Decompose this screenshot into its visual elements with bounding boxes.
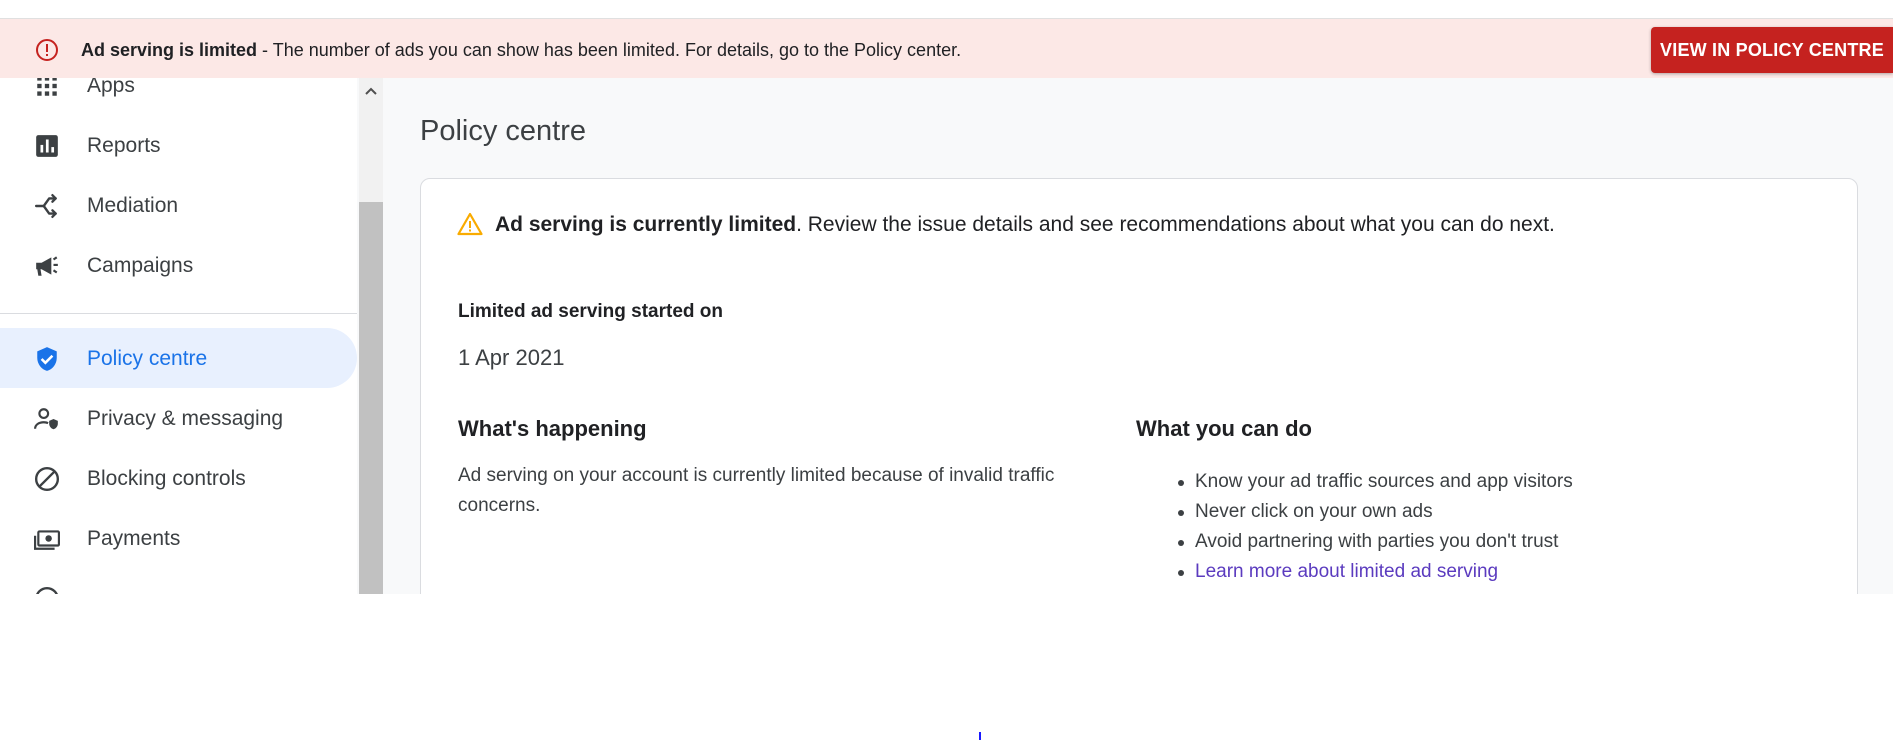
- scroll-up-arrow-icon[interactable]: [365, 86, 377, 96]
- sidebar-item-label: Privacy & messaging: [87, 407, 284, 430]
- shield-check-icon: [37, 347, 57, 371]
- text-cursor: [979, 732, 981, 740]
- ad-serving-limited-banner: Ad serving is limited - The number of ad…: [0, 19, 1893, 78]
- payments-icon: [34, 530, 60, 550]
- warning-rest: . Review the issue details and see recom…: [796, 213, 1555, 236]
- sidebar-item-label: Payments: [87, 527, 181, 550]
- limited-serving-card: Ad serving is currently limited. Review …: [420, 178, 1858, 594]
- mediation-fork-icon: [34, 193, 57, 219]
- sidebar-item-reports[interactable]: Reports: [0, 115, 357, 175]
- warning-message: Ad serving is currently limited. Review …: [495, 212, 1555, 238]
- warning-triangle-icon: [457, 212, 483, 236]
- sidebar-item-label: Reports: [87, 134, 161, 157]
- sidebar-item-policy-centre[interactable]: Policy centre: [0, 328, 357, 388]
- sidebar-item-blocking-controls[interactable]: Blocking controls: [0, 448, 357, 508]
- list-item: Avoid partnering with parties you don't …: [1136, 527, 1573, 557]
- banner-detail: - The number of ads you can show has bee…: [257, 40, 962, 60]
- whats-happening-text: Ad serving on your account is currently …: [458, 465, 1055, 516]
- sidebar-scrollbar[interactable]: [359, 78, 383, 594]
- list-item: Learn more about limited ad serving: [1136, 557, 1573, 587]
- top-strip: [0, 0, 1893, 19]
- main-content: Policy centre Ad serving is currently li…: [383, 78, 1893, 594]
- sidebar-item-mediation[interactable]: Mediation: [0, 175, 357, 235]
- warning-bold: Ad serving is currently limited: [495, 213, 797, 236]
- view-in-policy-centre-button[interactable]: VIEW IN POLICY CENTRE: [1651, 27, 1893, 73]
- page-title: Policy centre: [420, 115, 587, 147]
- started-on-label: Limited ad serving started on: [458, 301, 723, 322]
- sidebar-item-privacy-messaging[interactable]: Privacy & messaging: [0, 388, 357, 448]
- bar-chart-icon: [36, 135, 58, 157]
- sidebar-nav: Apps Reports Mediation Campaigns Policy …: [0, 74, 357, 594]
- block-icon: [34, 466, 60, 492]
- banner-title: Ad serving is limited: [81, 40, 258, 60]
- sidebar-item-partial[interactable]: [0, 568, 357, 594]
- sidebar-item-campaigns[interactable]: Campaigns: [0, 235, 357, 295]
- list-item: Never click on your own ads: [1136, 497, 1573, 527]
- what-you-can-do-list: Know your ad traffic sources and app vis…: [1136, 467, 1573, 587]
- what-you-can-do-heading: What you can do: [1136, 416, 1312, 441]
- sidebar-item-label: Policy centre: [87, 347, 208, 370]
- started-on-date: 1 Apr 2021: [458, 345, 565, 370]
- list-item: Know your ad traffic sources and app vis…: [1136, 467, 1573, 497]
- scrollbar-thumb[interactable]: [359, 202, 383, 594]
- admob-app-window: Ad serving is limited - The number of ad…: [0, 0, 1893, 594]
- whats-happening-heading: What's happening: [458, 416, 647, 441]
- banner-message: Ad serving is limited - The number of ad…: [81, 39, 961, 61]
- sidebar-item-payments[interactable]: Payments: [0, 508, 357, 568]
- error-circle-icon: [36, 39, 58, 61]
- sidebar-item-label: Blocking controls: [87, 467, 246, 490]
- sidebar-item-label: Mediation: [87, 194, 179, 217]
- sidebar-divider: [0, 313, 357, 314]
- clock-icon: [36, 586, 58, 594]
- learn-more-link[interactable]: Learn more about limited ad serving: [1195, 561, 1498, 582]
- sidebar-item-label: Campaigns: [87, 254, 194, 277]
- person-shield-icon: [34, 408, 58, 430]
- megaphone-icon: [36, 256, 58, 276]
